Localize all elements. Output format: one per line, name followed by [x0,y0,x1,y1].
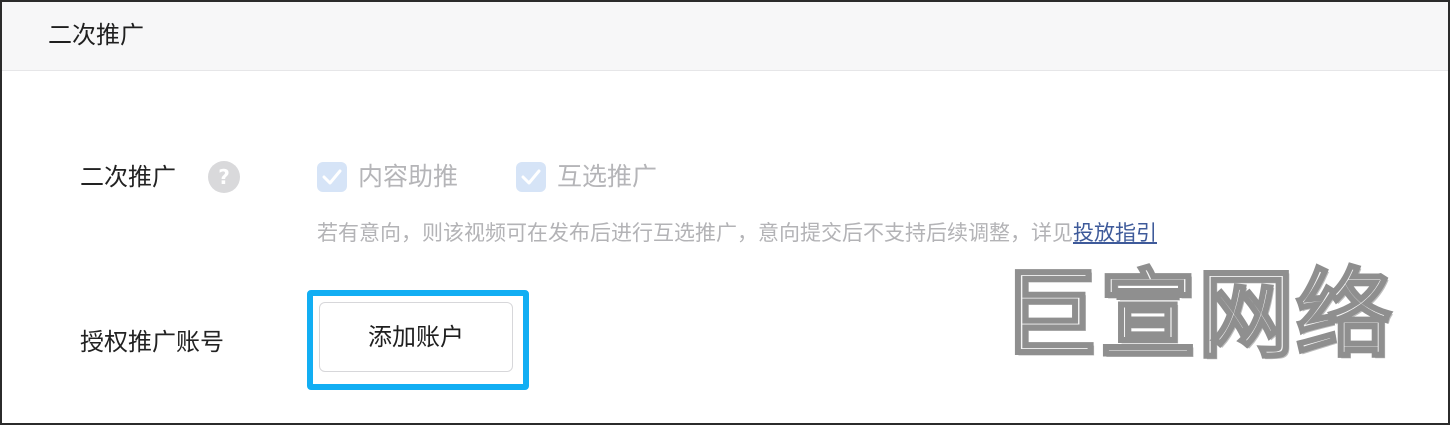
placement-guide-link[interactable]: 投放指引 [1073,221,1157,245]
question-mark-icon[interactable]: ? [208,161,240,193]
checkmark-icon [521,169,541,185]
content-boost-checkbox[interactable] [317,162,347,192]
panel-header: 二次推广 [2,2,1448,71]
promotion-hint: 若有意向，则该视频可在发布后进行互选推广，意向提交后不支持后续调整，详见投放指引 [317,218,1157,248]
authorized-account-label: 授权推广账号 [80,328,224,356]
content-boost-label: 内容助推 [358,162,459,191]
panel-title: 二次推广 [48,21,144,49]
secondary-promotion-panel: 二次推广 二次推广 ? 内容助推 互选推广 若有意向，则该视频可在发布后进行互选… [0,0,1450,425]
checkmark-icon [322,169,342,185]
mutual-promotion-label: 互选推广 [557,162,658,191]
promotion-label: 二次推广 [80,163,176,191]
add-account-button[interactable]: 添加账户 [319,302,513,372]
hint-text: 若有意向，则该视频可在发布后进行互选推广，意向提交后不支持后续调整，详见 [317,221,1073,245]
mutual-promotion-checkbox[interactable] [516,162,546,192]
watermark-logo: 巨宣网络 [1001,259,1394,372]
